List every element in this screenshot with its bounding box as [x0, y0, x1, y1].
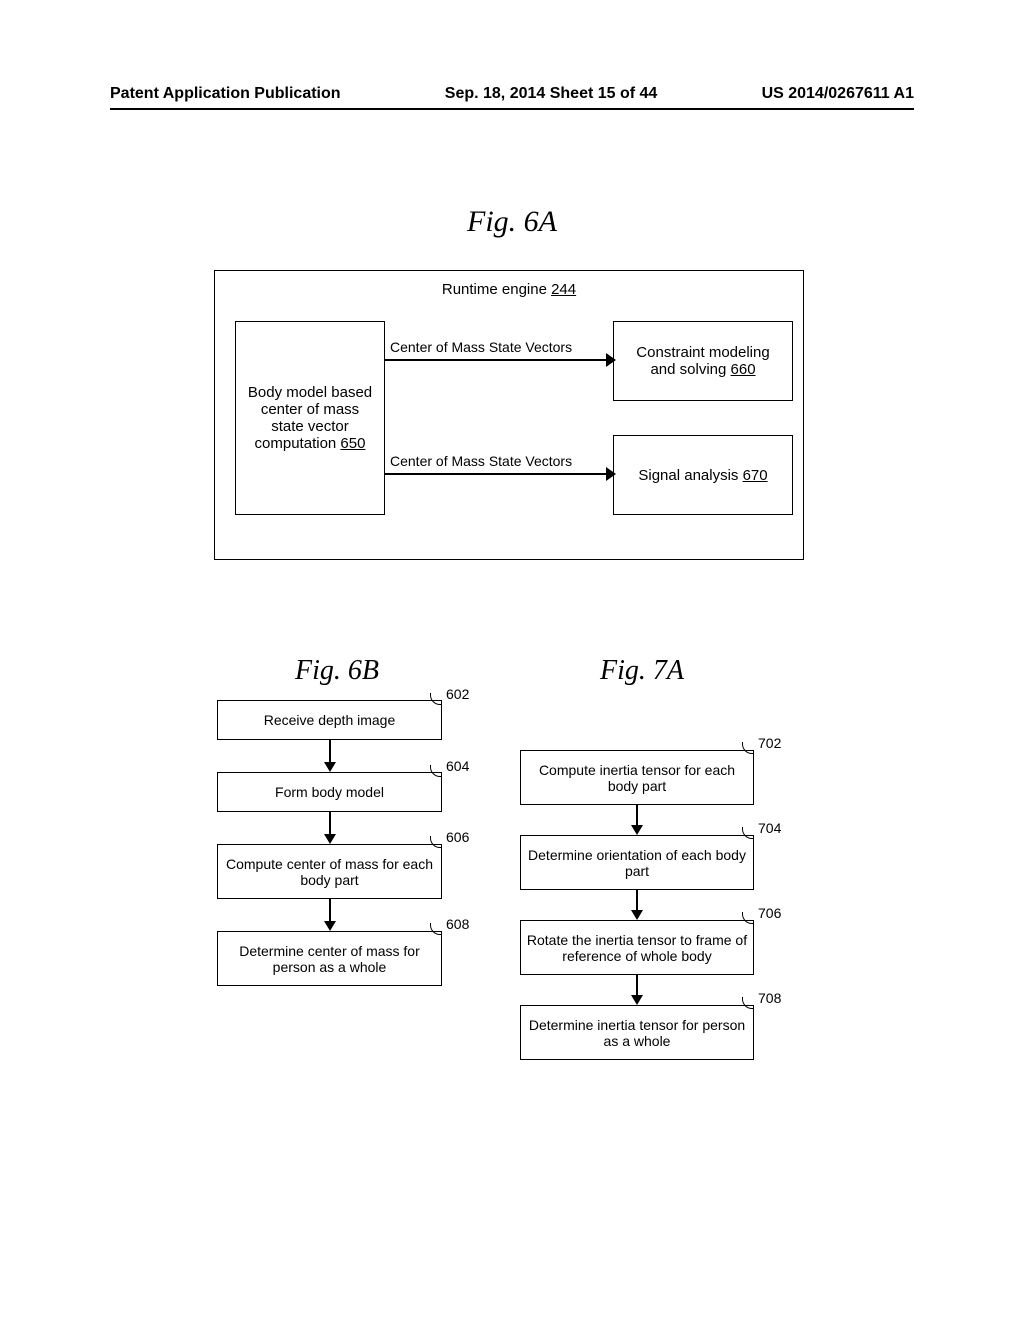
ref-label-704: 704 [758, 820, 781, 836]
figure-6a-container: Runtime engine 244 Body model based cent… [214, 270, 804, 560]
figure-6b-title: Fig. 6B [295, 655, 379, 687]
fig7a-step-706: Rotate the inertia tensor to frame of re… [520, 920, 754, 975]
header-right: US 2014/0267611 A1 [762, 85, 914, 103]
box-670: Signal analysis 670 [613, 435, 793, 515]
fig6b-step-604: Form body model [217, 772, 442, 812]
figure-7a-title: Fig. 7A [600, 655, 684, 687]
arrow-1-head [606, 353, 616, 367]
ref-label-604: 604 [446, 758, 469, 774]
ref-label-706: 706 [758, 905, 781, 921]
fig6b-step-606: Compute center of mass for each body par… [217, 844, 442, 899]
arrow-2-label: Center of Mass State Vectors [390, 453, 572, 469]
runtime-engine-label: Runtime engine 244 [215, 281, 803, 298]
fig6b-step-608: Determine center of mass for person as a… [217, 931, 442, 986]
ref-label-608: 608 [446, 916, 469, 932]
ref-label-702: 702 [758, 735, 781, 751]
arrow-head-606-608 [324, 921, 336, 931]
header-center: Sep. 18, 2014 Sheet 15 of 44 [445, 85, 658, 103]
arrow-head-604-606 [324, 834, 336, 844]
fig7a-step-704: Determine orientation of each body part [520, 835, 754, 890]
header-left: Patent Application Publication [110, 85, 341, 103]
box-660: Constraint modeling and solving 660 [613, 321, 793, 401]
fig6b-step-602: Receive depth image [217, 700, 442, 740]
arrow-602-604 [329, 740, 331, 764]
arrow-604-606 [329, 812, 331, 836]
fig7a-step-702: Compute inertia tensor for each body par… [520, 750, 754, 805]
arrow-606-608 [329, 899, 331, 923]
arrow-702-704 [636, 805, 638, 827]
arrow-706-708 [636, 975, 638, 997]
header-divider [110, 108, 914, 110]
page-header: Patent Application Publication Sep. 18, … [110, 85, 914, 103]
arrow-head-704-706 [631, 910, 643, 920]
arrow-2-line [385, 473, 610, 475]
arrow-1-line [385, 359, 610, 361]
arrow-head-602-604 [324, 762, 336, 772]
arrow-head-702-704 [631, 825, 643, 835]
fig7a-step-708: Determine inertia tensor for person as a… [520, 1005, 754, 1060]
arrow-704-706 [636, 890, 638, 912]
box-650: Body model based center of mass state ve… [235, 321, 385, 515]
ref-label-606: 606 [446, 829, 469, 845]
figure-6a-title: Fig. 6A [0, 205, 1024, 239]
ref-label-708: 708 [758, 990, 781, 1006]
ref-label-602: 602 [446, 686, 469, 702]
arrow-1-label: Center of Mass State Vectors [390, 339, 572, 355]
arrow-head-706-708 [631, 995, 643, 1005]
arrow-2-head [606, 467, 616, 481]
